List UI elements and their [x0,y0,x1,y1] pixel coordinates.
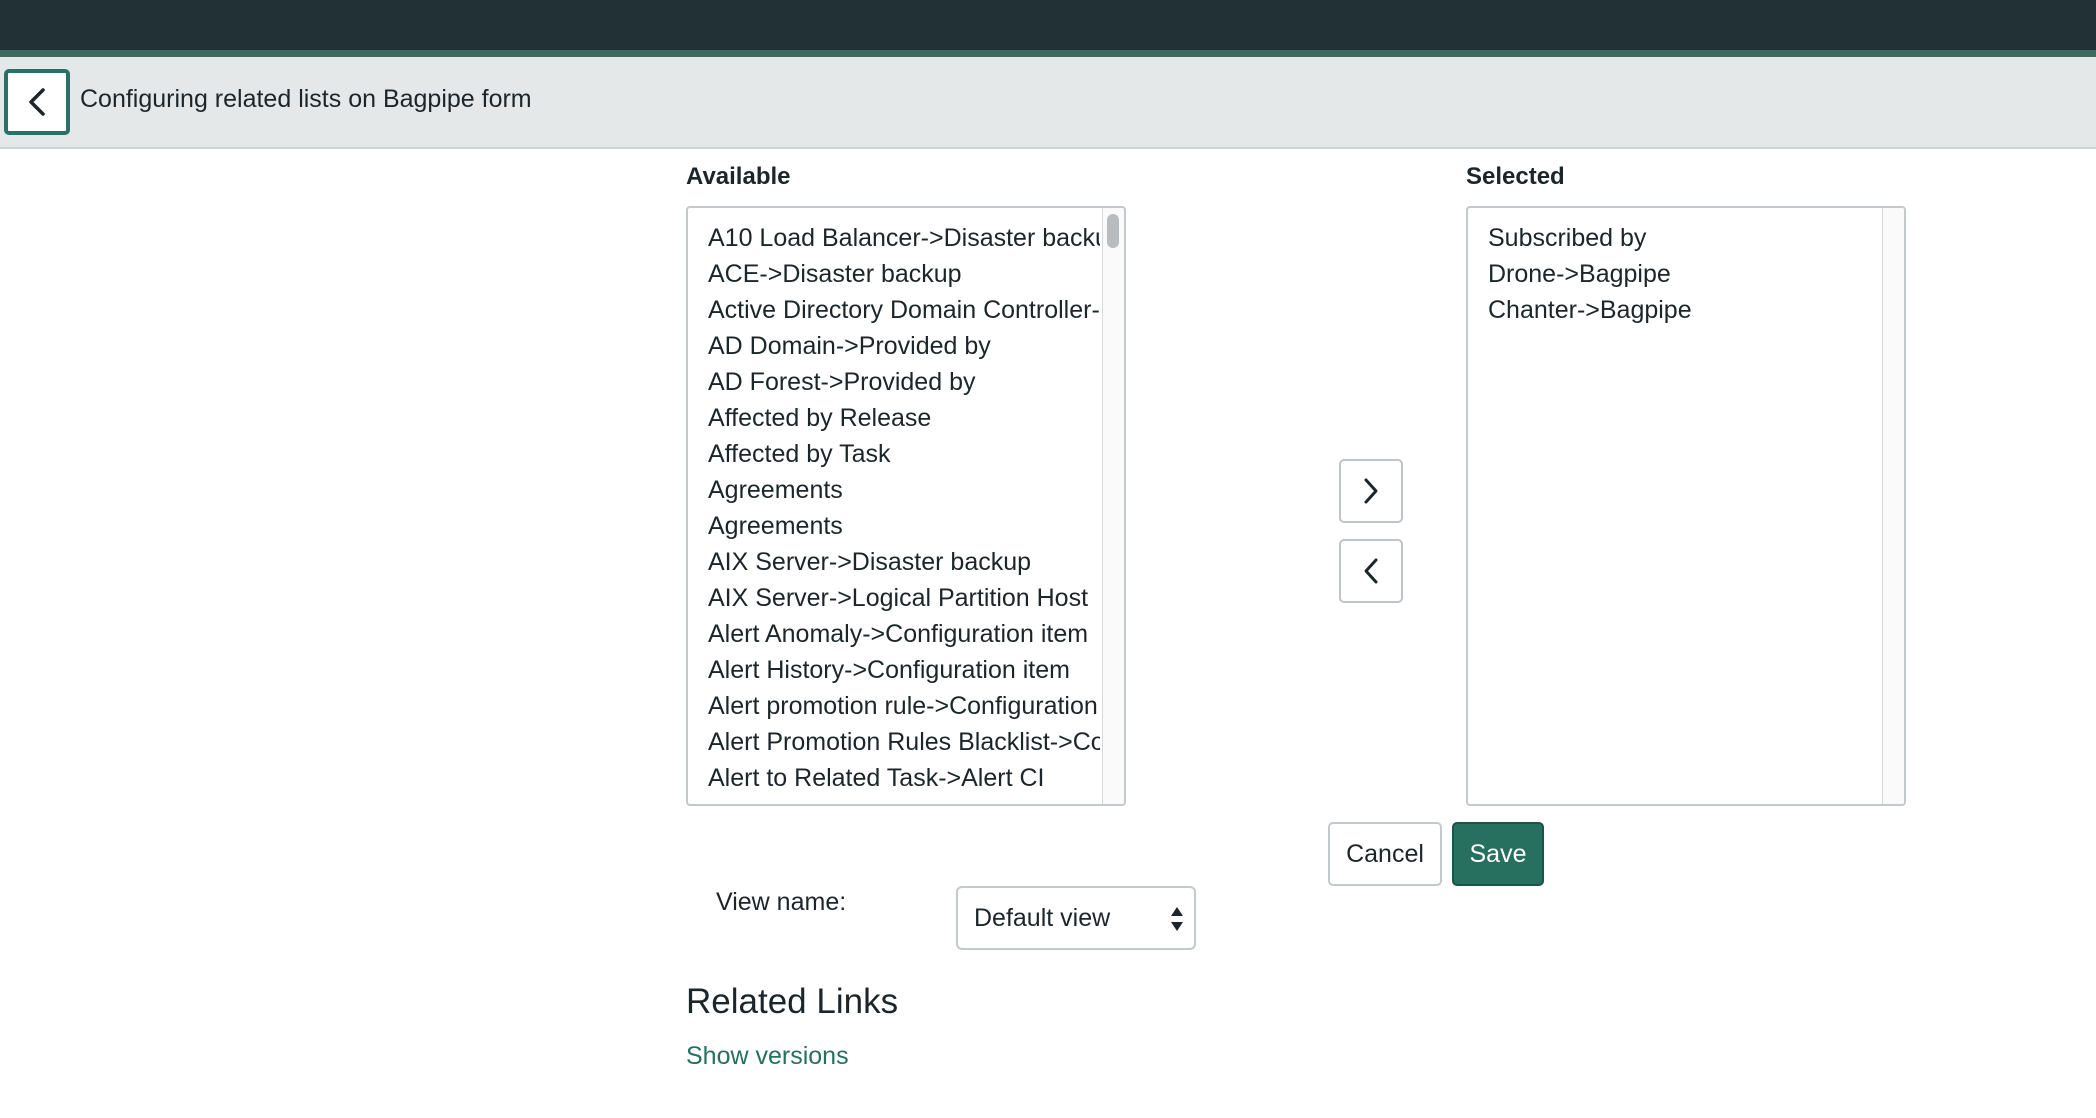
available-list-item[interactable]: Affected by Release [708,400,1100,436]
add-to-selected-button[interactable] [1339,459,1403,523]
available-scroll-thumb[interactable] [1107,214,1119,248]
available-list-item[interactable]: Alert Anomaly->Configuration item [708,616,1100,652]
view-name-value: Default view [974,903,1111,932]
available-scrollbar[interactable] [1102,208,1124,804]
available-list-item[interactable]: AIX Server->Logical Partition Host [708,580,1100,616]
available-list-item[interactable]: Affected by Task [708,436,1100,472]
page-title: Configuring related lists on Bagpipe for… [80,85,532,113]
selected-list-item[interactable]: Subscribed by [1488,220,1880,256]
selected-label: Selected [1466,163,1565,190]
available-list-item[interactable]: Alert to Related Task->Alert CI [708,760,1100,796]
available-list-item[interactable]: ACE->Disaster backup [708,256,1100,292]
select-arrows-icon [1171,907,1183,931]
available-list-item[interactable]: AD Domain->Provided by [708,328,1100,364]
chevron-left-icon [29,88,45,116]
available-list-item[interactable]: AIX Server->Disaster backup [708,544,1100,580]
available-listbox[interactable]: A10 Load Balancer->Disaster backup ACE->D… [686,206,1126,806]
back-button[interactable] [4,69,70,135]
chevron-right-icon [1364,478,1378,504]
save-button[interactable]: Save [1452,822,1544,886]
selected-listbox[interactable]: Subscribed by Drone->Bagpipe Chanter->Bagp… [1466,206,1906,806]
available-list-item[interactable]: Agreements [708,472,1100,508]
selected-list-item[interactable]: Drone->Bagpipe [1488,256,1880,292]
available-list-item[interactable]: Agreements [708,508,1100,544]
available-list-item[interactable]: Alert History->Configuration item [708,652,1100,688]
view-name-label: View name: [716,888,847,916]
chevron-left-icon [1364,558,1378,584]
available-list-item[interactable]: A10 Load Balancer->Disaster backup [708,220,1100,256]
selected-scrollbar[interactable] [1882,208,1904,804]
top-accent-stripe [0,50,2096,57]
related-links-heading: Related Links [686,982,899,1021]
available-list-item[interactable]: Alert promotion rule->Configuration [708,688,1100,724]
form-header: Configuring related lists on Bagpipe for… [0,57,2096,149]
available-list-item[interactable]: AD Forest->Provided by [708,364,1100,400]
selected-list-item[interactable]: Chanter->Bagpipe [1488,292,1880,328]
show-versions-link[interactable]: Show versions [686,1042,849,1071]
available-list-item[interactable]: Active Directory Domain Controller-> [708,292,1100,328]
top-navigation-bar [0,0,2096,50]
available-list-item[interactable]: Alert Promotion Rules Blacklist->Cor [708,724,1100,760]
cancel-button[interactable]: Cancel [1328,822,1442,886]
available-label: Available [686,163,791,190]
remove-from-selected-button[interactable] [1339,539,1403,603]
view-name-select[interactable]: Default view [956,886,1196,950]
